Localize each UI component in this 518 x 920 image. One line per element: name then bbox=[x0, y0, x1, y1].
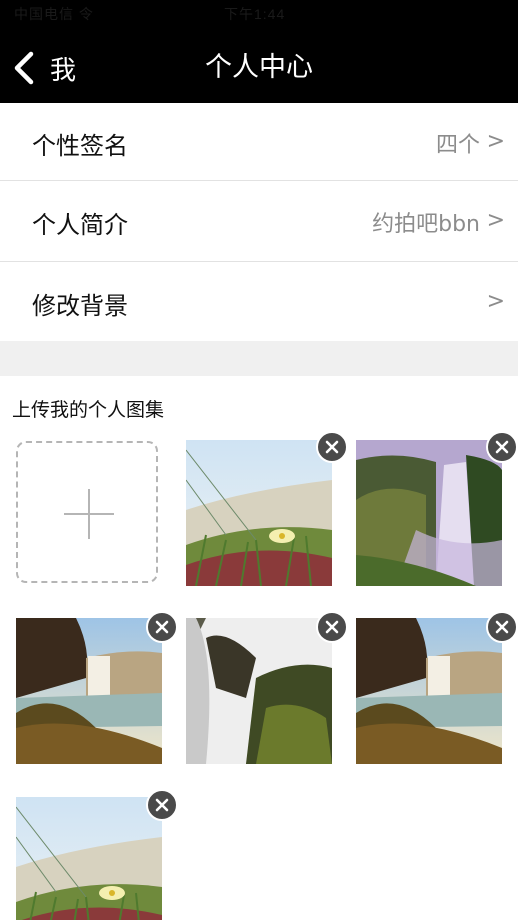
settings-row-background[interactable]: 修改背景 > bbox=[0, 263, 518, 343]
settings-row-signature[interactable]: 个性签名 四个 > bbox=[0, 103, 518, 183]
delete-photo-button[interactable] bbox=[486, 611, 518, 643]
chevron-right-icon: > bbox=[486, 208, 505, 233]
add-photo-button[interactable] bbox=[16, 441, 158, 583]
section-gap bbox=[0, 341, 518, 376]
row-value: 约拍吧bbn bbox=[372, 212, 480, 237]
carrier-text: 中国电信 令 bbox=[14, 6, 94, 22]
delete-photo-button[interactable] bbox=[146, 611, 178, 643]
delete-photo-button[interactable] bbox=[486, 431, 518, 463]
nav-bar: 中国电信 令 下午1:44 我 个人中心 bbox=[0, 0, 518, 105]
settings-row-intro[interactable]: 个人简介 约拍吧bbn > bbox=[0, 182, 518, 262]
chevron-right-icon: > bbox=[486, 289, 505, 314]
delete-photo-button[interactable] bbox=[316, 611, 348, 643]
divider bbox=[0, 261, 518, 262]
gallery-photo[interactable] bbox=[186, 618, 332, 764]
status-bar: 中国电信 令 下午1:44 bbox=[14, 4, 284, 24]
row-value: 四个 bbox=[435, 133, 480, 158]
row-label: 修改背景 bbox=[32, 291, 128, 320]
page-title: 个人中心 bbox=[205, 52, 313, 83]
gallery-photo[interactable] bbox=[186, 440, 332, 586]
row-label: 个性签名 bbox=[32, 131, 128, 160]
delete-photo-button[interactable] bbox=[316, 431, 348, 463]
gallery-photo[interactable] bbox=[356, 618, 502, 764]
status-time: 下午1:44 bbox=[224, 6, 286, 22]
row-label: 个人简介 bbox=[32, 210, 128, 239]
chevron-right-icon: > bbox=[486, 129, 505, 154]
gallery-title: 上传我的个人图集 bbox=[12, 399, 165, 421]
divider bbox=[0, 180, 518, 181]
gallery-photo[interactable] bbox=[16, 797, 162, 920]
gallery-photo[interactable] bbox=[16, 618, 162, 764]
delete-photo-button[interactable] bbox=[146, 789, 178, 821]
gallery-photo[interactable] bbox=[356, 440, 502, 586]
